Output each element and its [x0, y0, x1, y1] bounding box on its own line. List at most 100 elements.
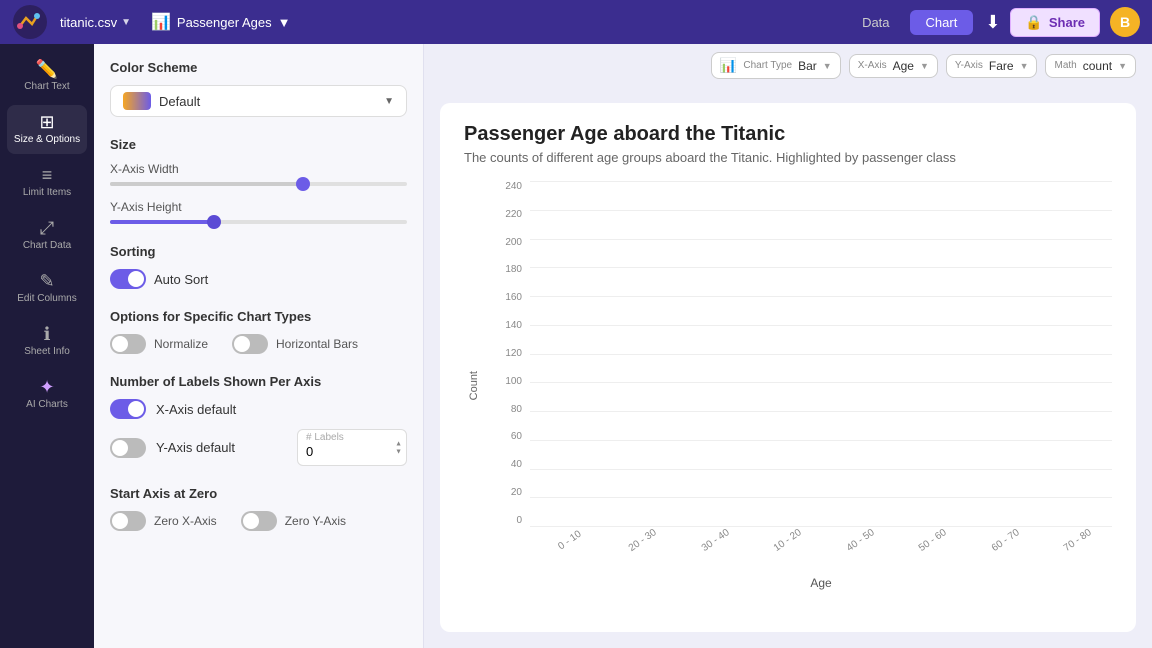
- download-button[interactable]: ⬇: [985, 12, 1000, 33]
- x-axis-label: 30 - 40: [699, 527, 731, 554]
- x-axis-selector[interactable]: X-Axis Age ▼: [849, 54, 938, 78]
- x-axis-caret-icon: ▼: [920, 61, 929, 71]
- y-axis-thumb[interactable]: [207, 215, 221, 229]
- y-axis-selector[interactable]: Y-Axis Fare ▼: [946, 54, 1038, 78]
- labels-stepper[interactable]: ▲ ▼: [395, 440, 402, 455]
- y-axis-default-toggle[interactable]: [110, 438, 146, 458]
- zero-x-option: Zero X-Axis: [110, 511, 217, 531]
- zero-x-label: Zero X-Axis: [154, 514, 217, 528]
- x-axis-thumb[interactable]: [296, 177, 310, 191]
- sidebar-item-size-options[interactable]: ⊞ Size & Options: [7, 105, 87, 154]
- x-labels-container: 0 - 1020 - 3030 - 4010 - 2040 - 5050 - 6…: [530, 526, 1112, 576]
- x-axis-width-label: X-Axis Width: [110, 162, 407, 176]
- sidebar-item-label: Chart Data: [23, 240, 71, 252]
- app-container: titanic.csv ▼ 📊 Passenger Ages ▼ Data Ch…: [0, 0, 1152, 648]
- chart-type-options-title: Options for Specific Chart Types: [110, 309, 407, 324]
- data-tab[interactable]: Data: [846, 10, 905, 35]
- bar-chart-icon: 📊: [720, 57, 737, 74]
- x-axis-label: 20 - 30: [627, 527, 659, 554]
- zero-y-knob: [243, 513, 259, 529]
- size-title: Size: [110, 137, 407, 152]
- auto-sort-knob: [128, 271, 144, 287]
- horizontal-bars-knob: [234, 336, 250, 352]
- chart-data-icon: ⤢: [40, 219, 54, 237]
- math-caret-icon: ▼: [1118, 61, 1127, 71]
- chart-type-value: Bar: [798, 59, 817, 73]
- color-swatch: [123, 92, 151, 110]
- y-axis-label: Y-Axis: [955, 60, 983, 71]
- file-name[interactable]: titanic.csv ▼: [60, 15, 131, 30]
- x-axis-label: 10 - 20: [772, 527, 804, 554]
- axis-zero-row: Zero X-Axis Zero Y-Axis: [110, 511, 407, 531]
- chart-name[interactable]: 📊 Passenger Ages ▼: [151, 12, 290, 32]
- sidebar-item-label: Sheet Info: [24, 346, 70, 358]
- zero-y-toggle[interactable]: [241, 511, 277, 531]
- chart-tab[interactable]: Chart: [910, 10, 974, 35]
- color-scheme-caret-icon: ▼: [384, 96, 394, 107]
- user-avatar[interactable]: B: [1110, 7, 1140, 37]
- chart-type-options-section: Options for Specific Chart Types Normali…: [110, 309, 407, 354]
- zero-x-toggle[interactable]: [110, 511, 146, 531]
- chart-area: 📊 Chart Type Bar ▼ X-Axis Age ▼ Y-Axis F…: [424, 44, 1152, 648]
- size-options-icon: ⊞: [39, 113, 54, 131]
- sidebar-item-chart-text[interactable]: ✏️ Chart Text: [7, 52, 87, 101]
- chart-subtitle: The counts of different age groups aboar…: [464, 150, 1112, 165]
- zero-x-knob: [112, 513, 128, 529]
- sidebar-item-sheet-info[interactable]: ℹ Sheet Info: [7, 317, 87, 366]
- sidebar-item-label: Limit Items: [23, 187, 71, 199]
- labels-input[interactable]: [306, 444, 356, 459]
- color-scheme-section: Color Scheme Default ▼: [110, 60, 407, 117]
- sidebar-item-edit-columns[interactable]: ✎ Edit Columns: [7, 264, 87, 313]
- auto-sort-row: Auto Sort: [110, 269, 407, 289]
- panel-collapse-button[interactable]: ‹: [423, 328, 424, 364]
- chart-type-selector[interactable]: 📊 Chart Type Bar ▼: [711, 52, 841, 79]
- sidebar-item-chart-data[interactable]: ⤢ Chart Data: [7, 211, 87, 260]
- file-name-text: titanic.csv: [60, 15, 117, 30]
- lock-icon: 🔒: [1025, 14, 1042, 31]
- y-axis-height-label: Y-Axis Height: [110, 200, 407, 214]
- size-section: Size X-Axis Width Y-Axis Height: [110, 137, 407, 224]
- sidebar-item-ai-charts[interactable]: ✦ AI Charts: [7, 370, 87, 419]
- limit-items-icon: ≡: [42, 166, 53, 184]
- share-button[interactable]: 🔒 Share: [1010, 8, 1100, 37]
- view-tabs: Data Chart: [846, 10, 973, 35]
- horizontal-bars-option: Horizontal Bars: [232, 334, 358, 354]
- stepper-up-icon[interactable]: ▲: [395, 440, 402, 447]
- x-axis-fill: [110, 182, 303, 186]
- math-selector[interactable]: Math count ▼: [1045, 54, 1136, 78]
- stepper-down-icon[interactable]: ▼: [395, 448, 402, 455]
- normalize-toggle[interactable]: [110, 334, 146, 354]
- x-axis-label: 60 - 70: [989, 527, 1021, 554]
- start-axis-title: Start Axis at Zero: [110, 486, 407, 501]
- auto-sort-toggle[interactable]: [110, 269, 146, 289]
- normalize-option: Normalize: [110, 334, 208, 354]
- y-axis-height-slider[interactable]: [110, 220, 407, 224]
- sorting-section: Sorting Auto Sort: [110, 244, 407, 289]
- y-axis-label: Count: [468, 371, 484, 400]
- sorting-title: Sorting: [110, 244, 407, 259]
- chart-caret-icon: ▼: [278, 15, 291, 30]
- color-scheme-select[interactable]: Default ▼: [110, 85, 407, 117]
- sidebar-item-limit-items[interactable]: ≡ Limit Items: [7, 158, 87, 207]
- horizontal-bars-toggle[interactable]: [232, 334, 268, 354]
- start-axis-section: Start Axis at Zero Zero X-Axis Zero Y-Ax…: [110, 486, 407, 531]
- sidebar: ✏️ Chart Text ⊞ Size & Options ≡ Limit I…: [0, 44, 94, 648]
- bars-container: [530, 181, 1112, 526]
- x-axis-default-toggle[interactable]: [110, 399, 146, 419]
- chart-title: Passenger Age aboard the Titanic: [464, 123, 1112, 146]
- chart-toolbar: 📊 Chart Type Bar ▼ X-Axis Age ▼ Y-Axis F…: [424, 44, 1152, 87]
- edit-columns-icon: ✎: [39, 272, 54, 290]
- labels-section: Number of Labels Shown Per Axis X-Axis d…: [110, 374, 407, 466]
- options-panel: ‹ Color Scheme Default ▼ Size X-Axis Wid…: [94, 44, 424, 648]
- x-axis-label: X-Axis: [858, 60, 887, 71]
- y-axis-default-label: Y-Axis default: [156, 440, 235, 455]
- bars-plot: 240 220 200 180 160 140 120 100 80 60: [496, 181, 1112, 526]
- file-caret-icon: ▼: [121, 17, 131, 28]
- chart-type-label: Chart Type: [743, 60, 792, 71]
- x-axis-width-slider[interactable]: [110, 182, 407, 186]
- chart-type-options-row: Normalize Horizontal Bars: [110, 334, 407, 354]
- x-axis-default-knob: [128, 401, 144, 417]
- x-axis-default-label: X-Axis default: [156, 402, 236, 417]
- ai-charts-icon: ✦: [39, 378, 54, 396]
- app-logo: [12, 4, 48, 40]
